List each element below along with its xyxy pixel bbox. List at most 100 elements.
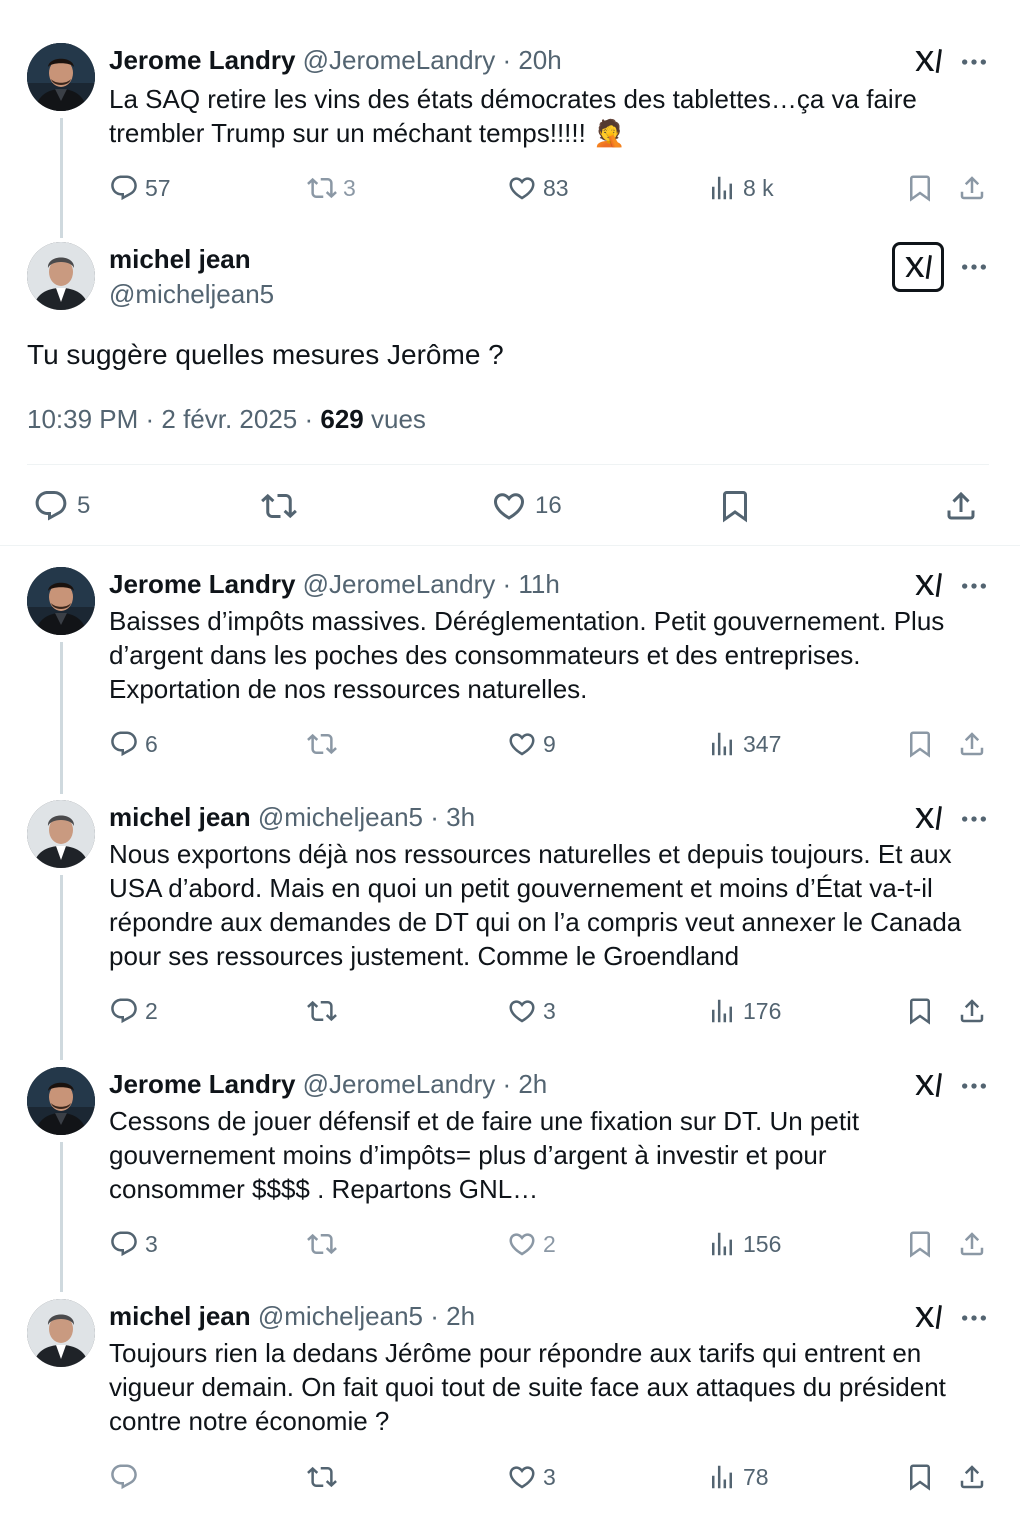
bookmark-icon: [905, 996, 935, 1026]
action-bar: 2 3 176: [109, 991, 989, 1031]
share-button[interactable]: [957, 1224, 993, 1264]
views-button[interactable]: 347: [707, 724, 781, 764]
avatar[interactable]: [27, 242, 95, 310]
reply-button[interactable]: 2: [109, 991, 158, 1031]
share-button[interactable]: [957, 991, 993, 1031]
more-icon[interactable]: [958, 1070, 990, 1102]
tweet-text-line: Nous exportons déjà nos ressources natur…: [109, 839, 952, 869]
repost-button[interactable]: [307, 1224, 343, 1264]
reply-icon: [109, 729, 139, 759]
grok-icon[interactable]: [913, 803, 943, 833]
tweet-text: Toujours rien la dedans Jérôme pour répo…: [109, 1336, 989, 1438]
share-icon: [957, 729, 987, 759]
timestamp[interactable]: · 2h: [502, 1069, 547, 1099]
views-button[interactable]: 176: [707, 991, 781, 1031]
timestamp[interactable]: 10:39 PM · 2 févr. 2025 ·: [27, 404, 320, 434]
more-icon[interactable]: [958, 251, 990, 283]
reply-button[interactable]: 5: [33, 484, 90, 528]
more-icon[interactable]: [958, 803, 990, 835]
reply-count: 6: [145, 730, 158, 757]
thread-line: [60, 1142, 63, 1292]
like-icon: [507, 1229, 537, 1259]
author-name[interactable]: michel jean: [109, 802, 251, 832]
grok-icon[interactable]: [913, 1070, 943, 1100]
tweet-text-line: contre notre économie ?: [109, 1406, 390, 1436]
reply-button[interactable]: [109, 1457, 145, 1497]
share-icon: [957, 1462, 987, 1492]
author-handle[interactable]: @micheljean5: [258, 1301, 423, 1331]
bookmark-button[interactable]: [905, 1224, 941, 1264]
view-count: 176: [743, 997, 782, 1024]
more-icon[interactable]: [958, 570, 990, 602]
tweet-text: Baisses d’impôts massives. Déréglementat…: [109, 604, 989, 706]
avatar[interactable]: [27, 1299, 95, 1367]
author-handle[interactable]: @micheljean5: [258, 802, 423, 832]
timestamp[interactable]: · 2h: [430, 1301, 475, 1331]
views-button[interactable]: 156: [707, 1224, 781, 1264]
reply-button[interactable]: 3: [109, 1224, 158, 1264]
avatar[interactable]: [27, 567, 95, 635]
reply-icon: [109, 1462, 139, 1492]
repost-icon: [307, 1229, 337, 1259]
bookmark-icon: [905, 1462, 935, 1492]
repost-button[interactable]: [307, 1457, 343, 1497]
repost-button[interactable]: [307, 991, 343, 1031]
share-button[interactable]: [957, 1457, 993, 1497]
grok-icon[interactable]: [913, 570, 943, 600]
avatar[interactable]: [27, 1067, 95, 1135]
share-icon: [943, 488, 979, 524]
author-handle[interactable]: @JeromeLandry: [303, 1069, 496, 1099]
tweet-4[interactable]: Jerome Landry @JeromeLandry · 2h Cessons…: [0, 1047, 1020, 1292]
bookmark-button[interactable]: [905, 991, 941, 1031]
views-label: vues: [363, 404, 426, 434]
tweet-text: Cessons de jouer défensif et de faire un…: [109, 1104, 989, 1206]
tweet-text-line: Baisses d’impôts massives. Déréglementat…: [109, 606, 945, 636]
like-button[interactable]: 16: [491, 484, 562, 528]
view-count: 347: [743, 730, 782, 757]
like-button[interactable]: 2: [507, 1224, 556, 1264]
tweet-meta: 10:39 PM · 2 févr. 2025 · 629 vues: [27, 400, 426, 438]
avatar[interactable]: [27, 800, 95, 868]
like-count: 3: [543, 1463, 556, 1490]
like-button[interactable]: 9: [507, 724, 556, 764]
views-icon: [707, 996, 737, 1026]
more-icon[interactable]: [958, 1302, 990, 1334]
author-handle[interactable]: @micheljean5: [109, 277, 274, 311]
share-icon: [957, 996, 987, 1026]
tweet-2[interactable]: Jerome Landry @JeromeLandry · 11h Baisse…: [0, 546, 1020, 794]
author-name[interactable]: Jerome Landry: [109, 569, 295, 599]
bookmark-button[interactable]: [905, 1457, 941, 1497]
grok-icon[interactable]: [913, 1302, 943, 1332]
grok-icon: [903, 252, 933, 282]
author-name[interactable]: Jerome Landry: [109, 1069, 295, 1099]
share-button[interactable]: [957, 724, 993, 764]
bookmark-button[interactable]: [905, 724, 941, 764]
tweet-3[interactable]: michel jean @micheljean5 · 3h Nous expor…: [0, 779, 1020, 1060]
like-button[interactable]: 3: [507, 991, 556, 1031]
views-icon: [707, 729, 737, 759]
tweet-text-line: gouvernement moins d’impôts= plus d’arge…: [109, 1140, 827, 1170]
views-button[interactable]: 78: [707, 1457, 769, 1497]
repost-button[interactable]: [307, 724, 343, 764]
grok-button[interactable]: [892, 242, 944, 292]
view-count: 156: [743, 1230, 782, 1257]
repost-button[interactable]: [261, 484, 305, 528]
bookmark-button[interactable]: [717, 484, 761, 528]
like-button[interactable]: 3: [507, 1457, 556, 1497]
share-button[interactable]: [943, 484, 987, 528]
tweet-text-line: répondre aux demandes de DT qui on l’a c…: [109, 907, 962, 937]
author-name[interactable]: michel jean: [109, 1301, 251, 1331]
reply-button[interactable]: 6: [109, 724, 158, 764]
view-count: 78: [743, 1463, 769, 1490]
tweet-header: michel jean @micheljean5 · 3h: [109, 801, 475, 833]
bookmark-icon: [905, 1229, 935, 1259]
like-count: 2: [543, 1230, 556, 1257]
author-name[interactable]: michel jean: [109, 242, 251, 276]
timestamp[interactable]: · 3h: [430, 802, 475, 832]
tweet-text-line: Cessons de jouer défensif et de faire un…: [109, 1106, 860, 1136]
view-count: 629: [320, 404, 364, 434]
tweet-5[interactable]: michel jean @micheljean5 · 2h Toujours r…: [0, 1279, 1020, 1524]
author-handle[interactable]: @JeromeLandry: [303, 569, 496, 599]
timestamp[interactable]: · 11h: [502, 569, 559, 599]
action-bar: 5 16: [27, 484, 989, 528]
